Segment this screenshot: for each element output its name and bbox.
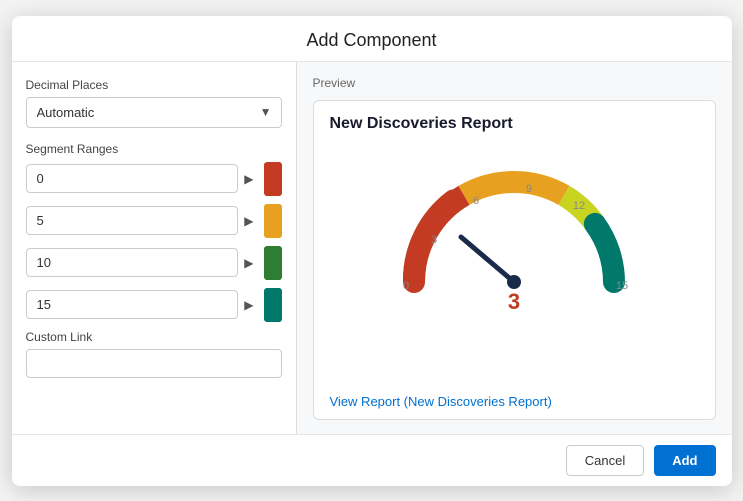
- segment-row: ▶: [26, 288, 282, 322]
- view-report-link[interactable]: View Report (New Discoveries Report): [330, 394, 552, 409]
- segments-container: ▶ ▶ ▶ ▶: [26, 162, 282, 322]
- segment-color-3: [264, 288, 282, 322]
- right-panel: Preview New Discoveries Report: [297, 62, 732, 434]
- segment-row: ▶: [26, 246, 282, 280]
- preview-box: New Discoveries Report: [313, 100, 716, 420]
- tick-6: 6: [473, 195, 479, 207]
- segment-arrow-btn-1[interactable]: ▶: [238, 210, 259, 232]
- tick-9: 9: [526, 183, 532, 195]
- gauge-chart: 0 3 6 9 12 15: [364, 137, 664, 312]
- segment-arrow-btn-3[interactable]: ▶: [238, 294, 259, 316]
- arc-red: [414, 195, 464, 282]
- gauge-svg: 0 3 6 9 12 15: [330, 137, 699, 312]
- segment-arrow-btn-0[interactable]: ▶: [238, 168, 259, 190]
- custom-link-input[interactable]: [26, 349, 282, 378]
- arc-orange: [464, 182, 564, 195]
- left-panel: Decimal Places Automatic ▼ Segment Range…: [12, 62, 297, 434]
- segment-row: ▶: [26, 162, 282, 196]
- decimal-places-label: Decimal Places: [26, 78, 282, 92]
- add-button[interactable]: Add: [654, 445, 715, 476]
- custom-link-label: Custom Link: [26, 330, 282, 344]
- arc-teal: [595, 223, 614, 281]
- segment-color-1: [264, 204, 282, 238]
- gauge-container: 0 3 6 9 12 15: [330, 137, 699, 386]
- tick-15: 15: [616, 280, 628, 292]
- decimal-places-select[interactable]: Automatic: [26, 97, 282, 128]
- preview-label: Preview: [313, 76, 716, 90]
- tick-3: 3: [431, 234, 437, 246]
- segment-ranges-label: Segment Ranges: [26, 142, 282, 156]
- cancel-button[interactable]: Cancel: [566, 445, 644, 476]
- add-component-dialog: Add Component Decimal Places Automatic ▼…: [12, 16, 732, 486]
- segment-input-2[interactable]: [26, 248, 239, 277]
- chart-title: New Discoveries Report: [330, 115, 513, 133]
- segment-arrow-btn-2[interactable]: ▶: [238, 252, 259, 274]
- tick-12: 12: [573, 200, 585, 212]
- decimal-places-wrapper: Automatic ▼: [26, 97, 282, 128]
- tick-0: 0: [403, 280, 409, 292]
- dialog-body: Decimal Places Automatic ▼ Segment Range…: [12, 62, 732, 434]
- gauge-needle-base: [507, 275, 521, 289]
- segment-input-0[interactable]: [26, 164, 239, 193]
- dialog-footer: Cancel Add: [12, 434, 732, 486]
- segment-input-1[interactable]: [26, 206, 239, 235]
- segment-row: ▶: [26, 204, 282, 238]
- segment-input-3[interactable]: [26, 290, 239, 319]
- segment-color-0: [264, 162, 282, 196]
- segment-color-2: [264, 246, 282, 280]
- dialog-title: Add Component: [12, 16, 732, 62]
- gauge-needle: [461, 237, 514, 282]
- gauge-value-label: 3: [508, 289, 520, 312]
